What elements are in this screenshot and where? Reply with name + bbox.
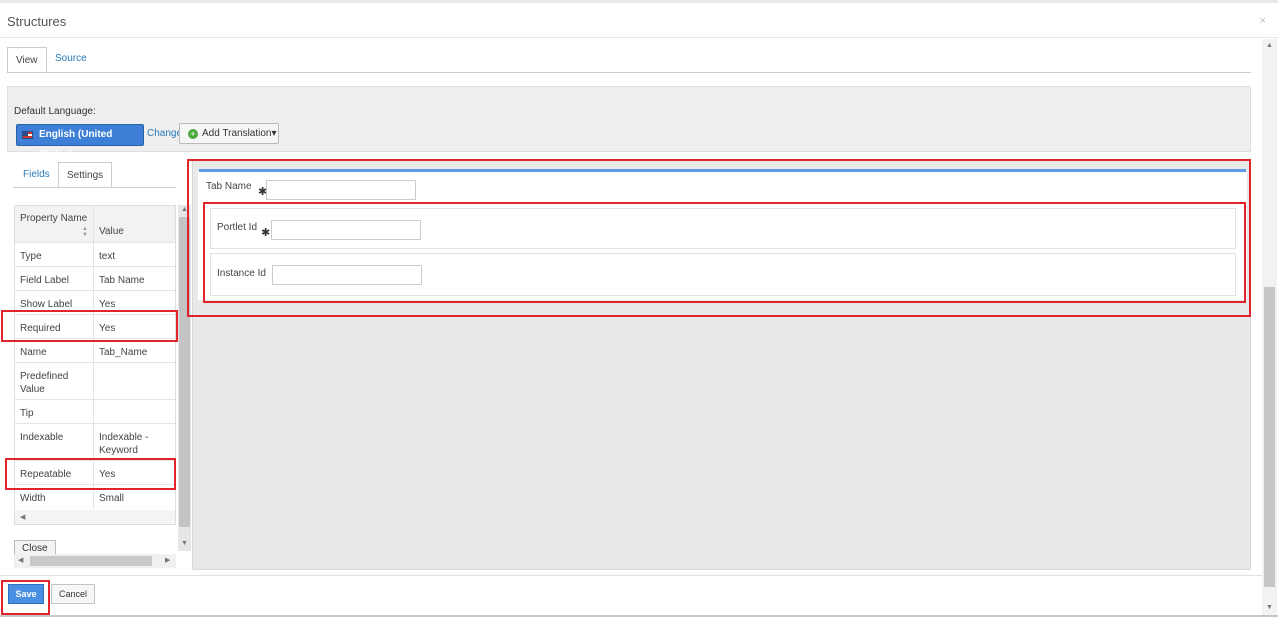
scroll-down-icon[interactable]: ▼ <box>181 540 188 547</box>
language-selected-label: English (United States) <box>39 129 113 160</box>
highlight-required-row <box>1 310 178 342</box>
left-panel-horizontal-scrollbar[interactable]: ◀ ▶ <box>14 554 176 568</box>
scroll-right-icon[interactable]: ▶ <box>165 556 170 564</box>
table-row[interactable]: Indexable Indexable - Keyword <box>15 424 175 461</box>
property-value-cell: Tab_Name <box>99 347 148 358</box>
property-name-cell: Name <box>15 339 94 362</box>
property-name-cell: Indexable <box>15 424 94 460</box>
scroll-down-icon[interactable]: ▼ <box>1266 604 1273 611</box>
scrollbar-thumb[interactable] <box>30 556 152 566</box>
tab-view[interactable]: View <box>7 47 47 73</box>
scroll-left-icon[interactable]: ◀ <box>18 556 23 564</box>
table-row[interactable]: Field Label Tab Name <box>15 267 175 291</box>
tab-divider <box>7 72 1251 73</box>
property-value-cell: text <box>99 251 116 262</box>
highlight-repeated-fields <box>203 202 1246 303</box>
language-selector-button[interactable]: English (United States) <box>16 124 144 160</box>
dialog-title: Structures <box>7 14 67 29</box>
dialog-titlebar: Structures × <box>0 6 1278 38</box>
scroll-left-icon[interactable]: ◀ <box>20 513 25 521</box>
tab-source[interactable]: Source <box>47 46 95 72</box>
footer-divider <box>0 575 1262 576</box>
property-name-cell: Field Label <box>15 267 94 290</box>
property-name-cell: Predefined Value <box>15 363 94 399</box>
table-horizontal-scrollbar[interactable]: ◀ <box>15 510 175 524</box>
plus-icon: + <box>188 129 198 139</box>
change-language-link[interactable]: Change <box>147 128 182 139</box>
table-header-row: Property Name ▲ ▼ Value <box>15 206 175 243</box>
close-icon[interactable]: × <box>1260 15 1266 27</box>
structures-dialog: Structures × View Source Default Languag… <box>0 0 1278 617</box>
column-header-value: Value <box>99 226 124 237</box>
highlight-repeatable-row <box>5 458 176 490</box>
table-row[interactable]: Predefined Value <box>15 363 175 400</box>
add-translation-label: Add Translation▾ <box>202 128 277 139</box>
language-bar: Default Language: English (United States… <box>7 86 1251 160</box>
property-name-cell: Type <box>15 243 94 266</box>
property-value-cell <box>94 363 175 377</box>
tab-settings[interactable]: Settings <box>58 162 113 188</box>
scrollbar-thumb[interactable] <box>1264 287 1275 587</box>
property-name-cell: Tip <box>15 400 94 423</box>
cancel-button[interactable]: Cancel <box>51 584 95 604</box>
sort-icon[interactable]: ▲ ▼ <box>82 226 88 238</box>
highlight-save-button <box>1 580 50 615</box>
left-tab-divider <box>13 187 176 188</box>
property-value-cell <box>94 400 175 414</box>
table-row[interactable]: Name Tab_Name <box>15 339 175 363</box>
add-translation-button[interactable]: + Add Translation▾ <box>179 123 279 144</box>
us-flag-icon <box>22 131 33 139</box>
table-row[interactable]: Type text <box>15 243 175 267</box>
table-row[interactable]: Tip <box>15 400 175 424</box>
property-value-cell: Tab Name <box>99 275 145 286</box>
scroll-up-icon[interactable]: ▲ <box>1266 42 1273 49</box>
default-language-label: Default Language: <box>14 106 96 117</box>
tab-fields[interactable]: Fields <box>15 162 58 188</box>
dialog-vertical-scrollbar[interactable]: ▲ ▼ <box>1262 39 1277 615</box>
